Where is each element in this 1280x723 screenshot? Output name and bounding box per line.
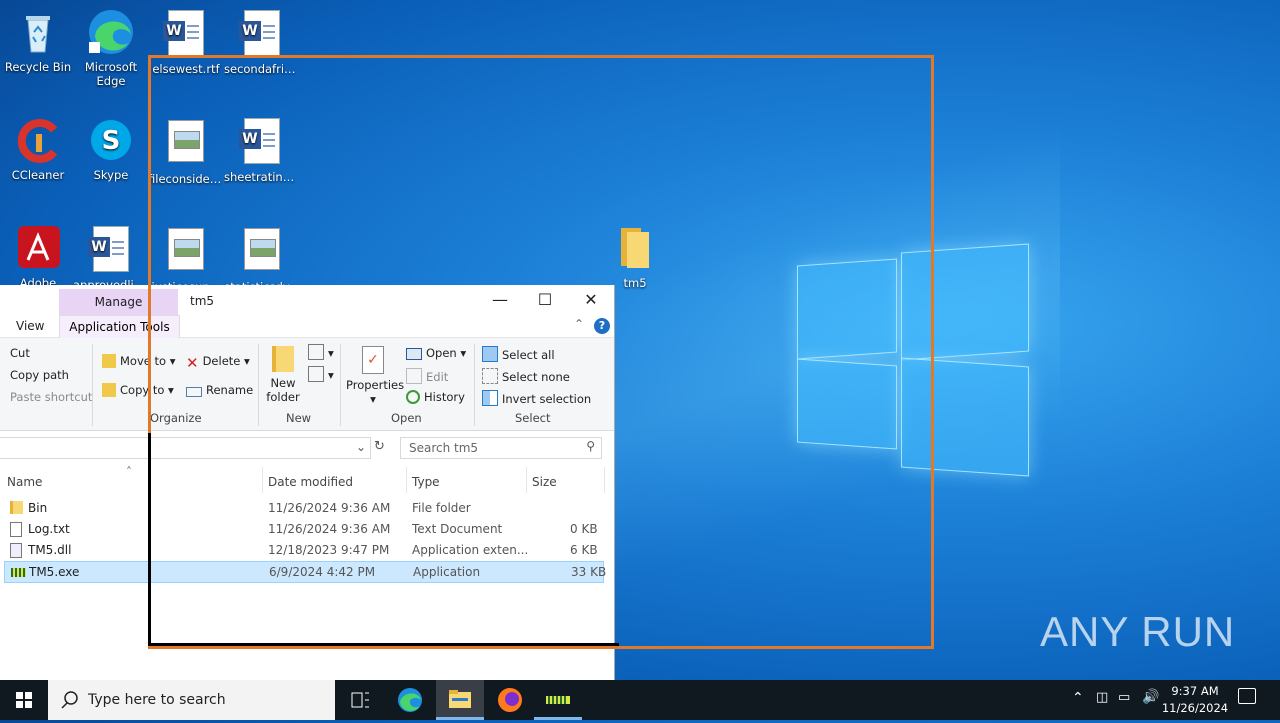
adobe-icon (14, 224, 62, 272)
copy-path-icon (0, 368, 6, 382)
taskbar: Type here to search ⌃ ◫ ▭ 🔊 9:37 AM 11/2… (0, 680, 1280, 720)
skype-icon: S (87, 116, 135, 164)
desktop-icon-ccleaner[interactable]: CCleaner (0, 116, 76, 182)
copy-to-icon (102, 383, 116, 397)
desktop-icon-skype[interactable]: S Skype (73, 116, 149, 182)
recycle-bin-icon (14, 8, 62, 56)
windows-start-icon (16, 692, 32, 708)
column-name[interactable]: Name (7, 475, 42, 489)
application-icon (11, 568, 26, 577)
search-icon (61, 691, 78, 709)
word-doc-icon: W (87, 226, 135, 274)
highlight-frame-black (148, 433, 619, 646)
edge-icon (87, 8, 135, 56)
word-doc-icon: W (238, 10, 286, 58)
move-to-icon (102, 354, 116, 368)
task-view-button[interactable] (336, 680, 384, 720)
dll-file-icon (10, 543, 22, 558)
taskbar-file-explorer[interactable] (436, 680, 484, 720)
word-doc-icon: W (162, 10, 210, 58)
edge-icon (398, 688, 422, 712)
desktop-icon-recycle-bin[interactable]: Recycle Bin (0, 8, 76, 74)
meet-now-icon[interactable]: ◫ (1096, 690, 1108, 705)
cut-icon (0, 346, 6, 360)
start-button[interactable] (0, 680, 48, 720)
taskbar-tm5-app[interactable] (534, 680, 582, 720)
tab-view[interactable]: View (16, 319, 44, 333)
task-view-icon (351, 692, 369, 708)
text-file-icon (10, 522, 22, 537)
ccleaner-icon (14, 116, 62, 164)
desktop-icon-adobe[interactable]: Adobe (0, 224, 76, 290)
paste-shortcut-button[interactable]: Paste shortcut (0, 390, 92, 404)
folder-icon (10, 501, 23, 514)
network-icon[interactable]: ▭ (1118, 690, 1130, 705)
sort-ascending-icon: ˄ (126, 465, 132, 479)
volume-icon[interactable]: 🔊 (1142, 689, 1159, 705)
paste-shortcut-icon (0, 390, 6, 404)
desktop-icon-approvedliv[interactable]: W approvedliv... (73, 224, 149, 292)
taskbar-search-box[interactable]: Type here to search (48, 680, 335, 720)
system-clock[interactable]: 9:37 AM 11/26/2024 (1160, 683, 1230, 717)
copy-path-button[interactable]: Copy path (0, 368, 69, 382)
application-icon (546, 696, 570, 704)
notifications-icon[interactable] (1238, 688, 1256, 704)
taskbar-firefox[interactable] (486, 680, 534, 720)
desktop-icon-microsoft-edge[interactable]: Microsoft Edge (73, 8, 149, 88)
firefox-icon (498, 688, 522, 712)
svg-text:S: S (102, 126, 121, 156)
show-hidden-icons-chevron-icon[interactable]: ⌃ (1072, 690, 1084, 706)
divider (92, 344, 93, 426)
cut-button[interactable]: Cut (0, 346, 30, 360)
taskbar-edge[interactable] (386, 680, 434, 720)
anyrun-watermark: ANY RUN (1040, 608, 1236, 655)
file-explorer-icon (449, 690, 471, 708)
